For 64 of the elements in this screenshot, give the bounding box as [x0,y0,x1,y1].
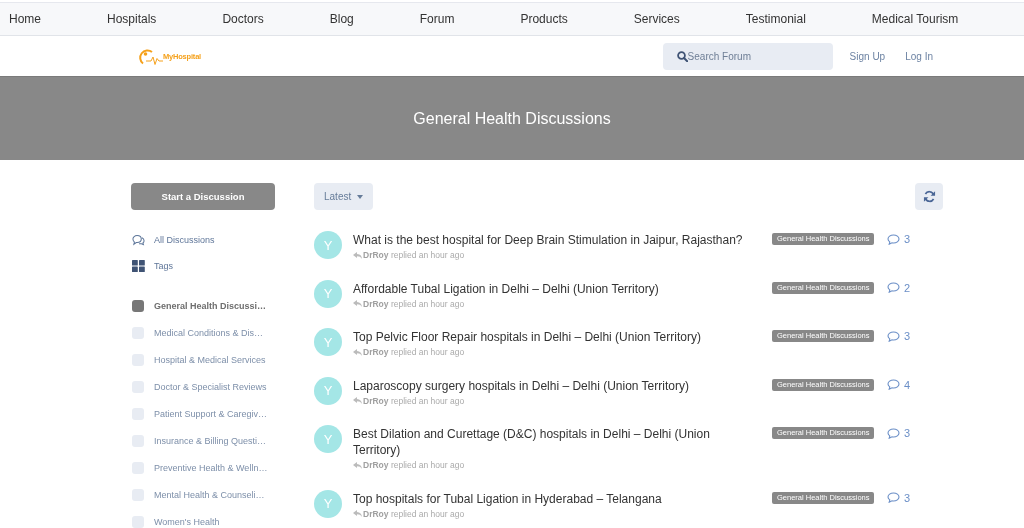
sort-dropdown[interactable]: Latest [314,183,374,210]
search-icon [676,50,688,62]
heartbeat-logo-icon [137,47,163,65]
reply-icon [353,300,362,307]
nav-link[interactable]: Services [633,12,680,26]
reply-count: 2 [904,280,911,295]
caret-icon [357,194,364,199]
header-link[interactable]: Log In [905,50,933,62]
sidebar-tag-item[interactable]: Insurance & Billing Questi… [131,427,275,455]
reply-count: 4 [904,377,911,392]
nav-link[interactable]: Home [9,12,41,26]
sidebar-tag-item[interactable]: Hospital & Medical Services [131,346,275,374]
search-field[interactable]: Search Forum [662,42,833,70]
sidebar-tag-item[interactable]: General Health Discussi… [131,292,275,320]
nav-link[interactable]: Products [520,12,568,26]
reply-icon [353,510,362,517]
comment-icon [887,233,900,245]
comment-icon [887,330,900,342]
sidebar-nav-link[interactable]: Tags [131,253,275,279]
reply-info: DrRoy replied an hour ago [363,507,465,520]
refresh-icon [922,190,936,203]
reply-info: DrRoy replied an hour ago [363,394,465,407]
nav-link[interactable]: Forum [419,12,455,26]
discussion-title[interactable]: Best Dilation and Curettage (D&C) hospitals in Delhi – Delhi (Union Territory) [353,426,755,458]
nav-link[interactable]: Hospitals [107,12,157,26]
reply-info: DrRoy replied an hour ago [363,297,465,310]
discussion-title[interactable]: Top hospitals for Tubal Ligation in Hyderabad – Telangana [353,490,755,507]
nav-link[interactable]: Testimonial [745,12,806,26]
discussion-title[interactable]: Top Pelvic Floor Repair hospitals in Delhi – Delhi (Union Territory) [353,329,755,345]
discussion-title[interactable]: Affordable Tubal Ligation in Delhi – Delhi (Union Territory) [353,280,755,297]
chat-bubbles-icon [132,234,145,246]
reply-info: DrRoy replied an hour ago [363,249,465,261]
reply-icon [353,251,362,259]
reply-count: 3 [904,426,911,440]
sidebar-tag-item[interactable]: Preventive Health & Welln… [131,454,275,482]
comment-icon [887,427,900,439]
sidebar-tag-item[interactable]: Doctor & Specialist Reviews [131,373,275,401]
sidebar-tag-item[interactable]: Medical Conditions & Dis… [131,319,275,347]
comment-icon [887,282,900,293]
nav-link[interactable]: Blog [329,12,354,26]
reply-icon [353,397,362,404]
refresh-button[interactable] [915,183,943,210]
tag-swatch-icon [132,300,144,312]
nav-link[interactable]: Doctors [222,12,264,26]
discussion-title[interactable]: Laparoscopy surgery hospitals in Delhi – Delhi (Union Territory) [353,377,755,394]
reply-info: DrRoy replied an hour ago [363,459,465,471]
start-discussion-button[interactable]: Start a Discussion [131,183,275,210]
reply-icon [353,348,362,356]
header-link[interactable]: Sign Up [849,50,886,62]
sidebar-tag-item[interactable]: Women's Health [131,508,275,528]
reply-count: 3 [904,232,911,246]
reply-icon [353,461,362,469]
reply-count: 3 [904,490,911,505]
grid-icon [132,260,145,272]
comment-icon [887,379,900,390]
discussion-title[interactable]: What is the best hospital for Deep Brain Stimulation in Jaipur, Rajasthan? [353,232,755,248]
page-title: General Health Discussions [413,109,611,128]
comment-icon [887,492,900,503]
reply-info: DrRoy replied an hour ago [363,346,465,358]
nav-link[interactable]: Medical Tourism [871,12,959,26]
sidebar-tag-item[interactable]: Patient Support & Caregiv… [131,400,275,428]
sidebar-tag-item[interactable]: Mental Health & Counseli… [131,481,275,509]
reply-count: 3 [904,329,911,343]
sidebar-nav-link[interactable]: All Discussions [131,227,275,253]
